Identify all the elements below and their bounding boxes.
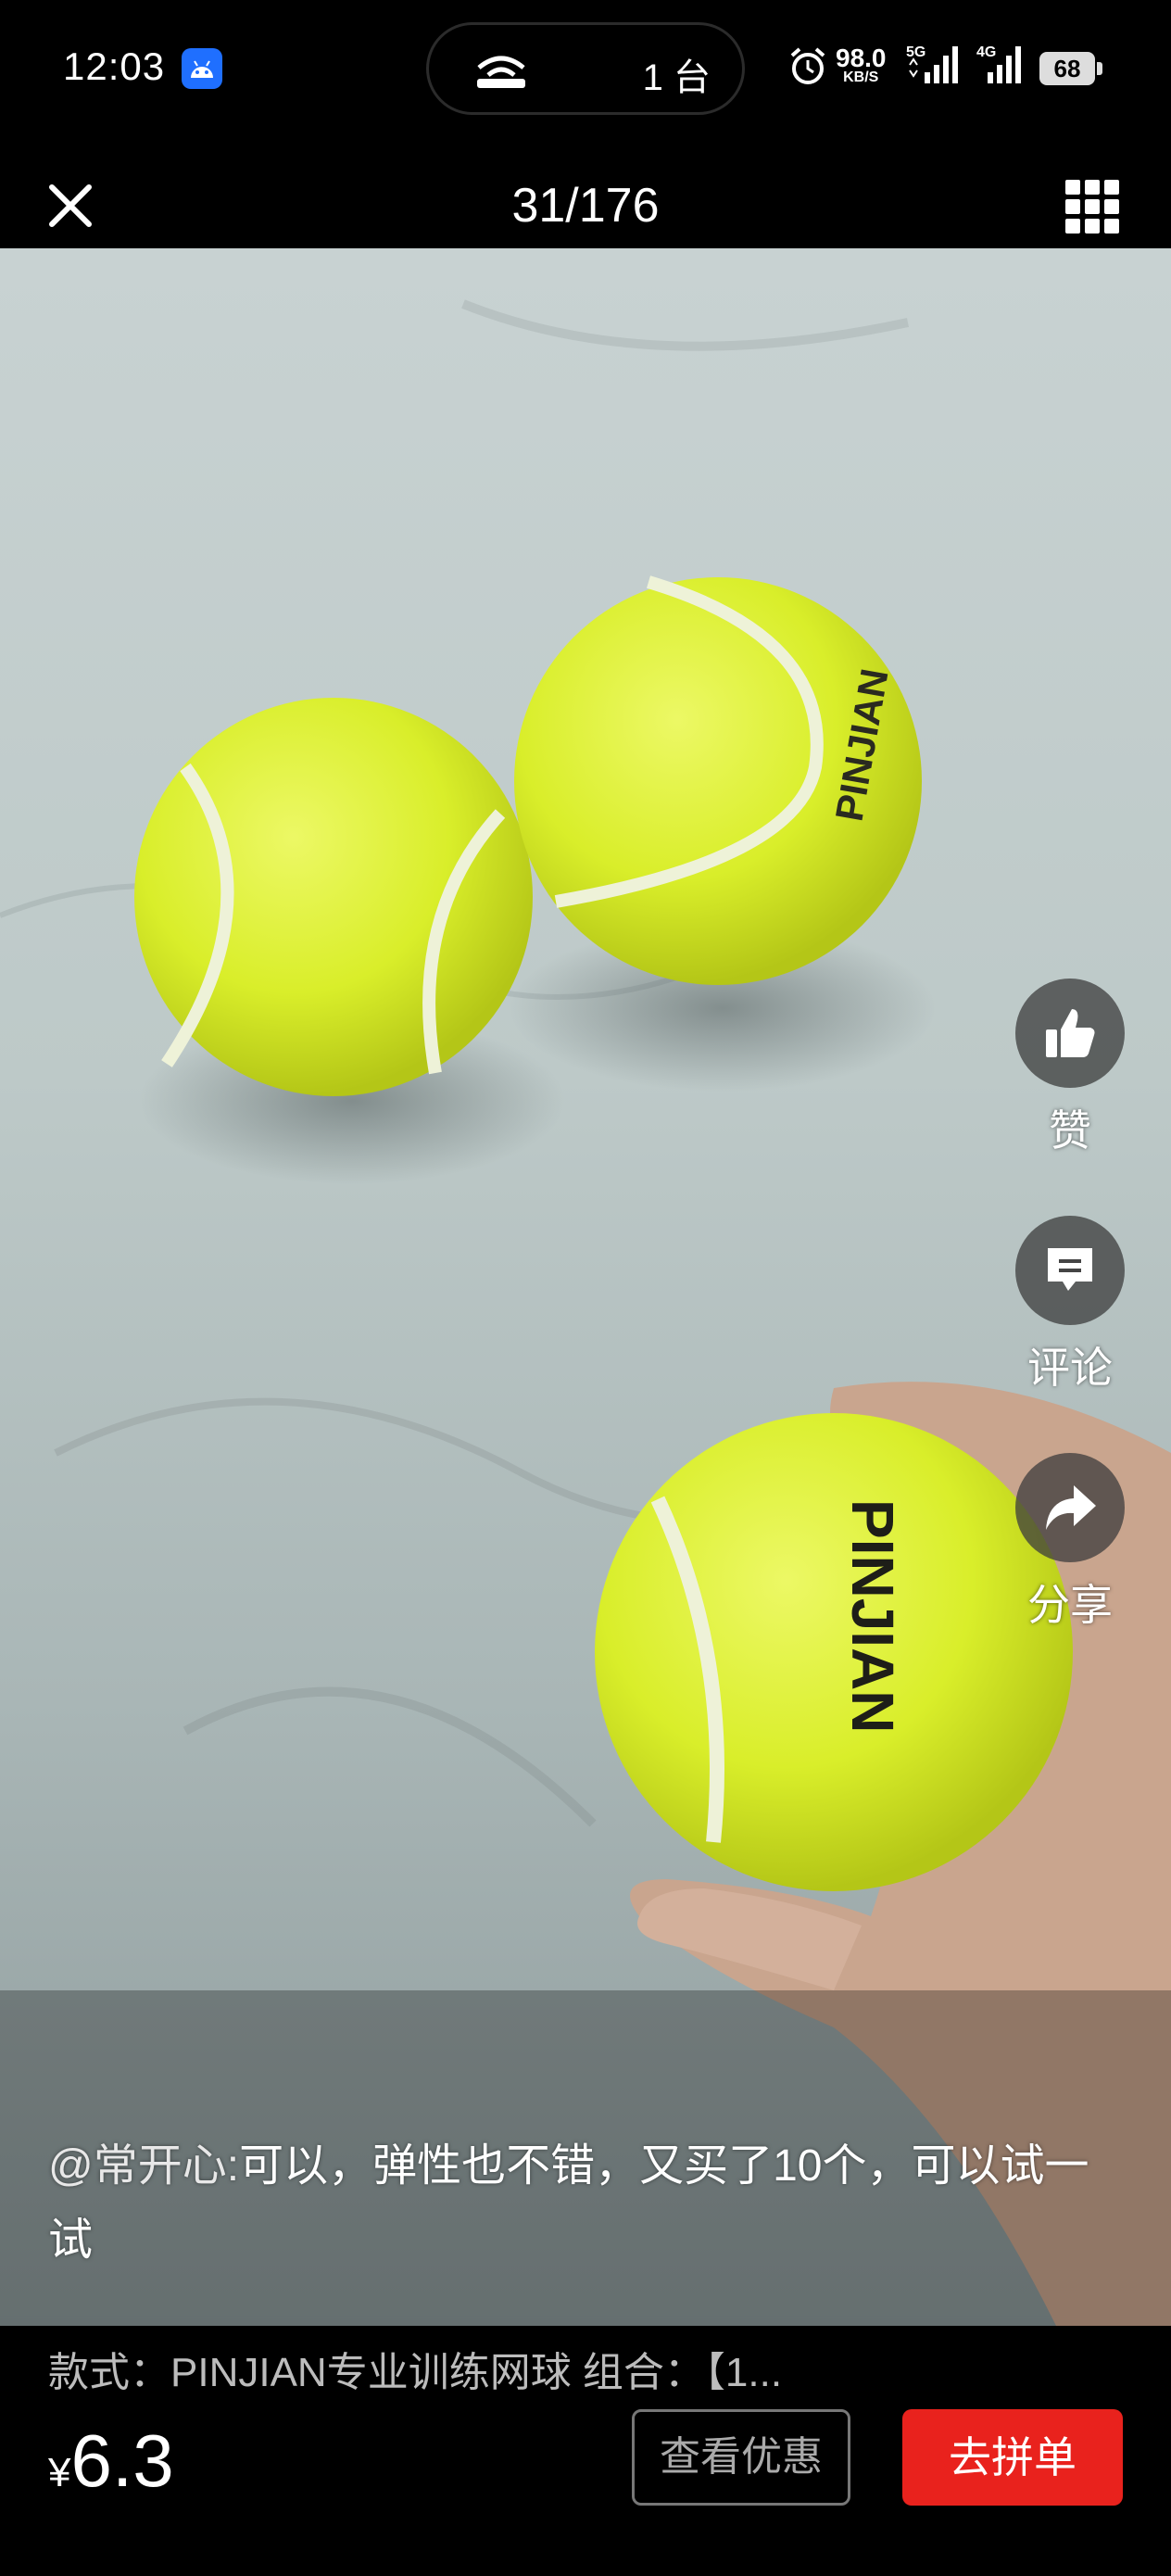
network-share-icon	[477, 56, 525, 88]
review-photo[interactable]: PINJIAN PINJIAN	[0, 248, 1171, 2326]
comment-label: 评论	[1027, 1344, 1113, 1392]
ball-brand-text-2: PINJIAN	[839, 1499, 906, 1734]
connected-devices: 1 台	[642, 57, 711, 98]
thumbs-up-icon	[1015, 979, 1125, 1088]
comment-icon	[1015, 1216, 1125, 1325]
like-label: 赞	[1049, 1106, 1091, 1155]
net-speed-value: 98.0	[836, 44, 887, 72]
product-price: ¥6.3	[48, 2418, 174, 2504]
price-value: 6.3	[70, 2419, 174, 2502]
net-speed: 98.0 KB/S	[836, 44, 887, 85]
status-bar: 12:03 1 台 98.0 KB/S 5G 4G 68	[0, 0, 1171, 139]
tennis-ball: PINJIAN	[595, 1413, 1073, 1891]
tennis-ball: PINJIAN	[514, 575, 922, 985]
tennis-ball	[134, 698, 533, 1096]
battery-icon: 68	[1039, 52, 1102, 85]
android-notification-icon	[182, 48, 222, 89]
review-username[interactable]: @常开心:	[48, 2141, 239, 2191]
share-label: 分享	[1027, 1581, 1113, 1629]
review-caption: @常开心:可以，弹性也不错，又买了10个，可以试一试	[48, 2129, 1123, 2278]
product-spec[interactable]: 款式：PINJIAN专业训练网球 组合：【1...	[48, 2339, 782, 2398]
battery-level: 68	[1053, 55, 1081, 82]
status-time: 12:03	[63, 44, 166, 88]
image-counter: 31/176	[511, 179, 660, 233]
top-navigation: 31/176	[0, 139, 1171, 248]
net-speed-unit: KB/S	[843, 69, 879, 85]
price-currency: ¥	[48, 2450, 71, 2495]
comment-button[interactable]: 评论	[1015, 1216, 1125, 1395]
share-button[interactable]: 分享	[1015, 1453, 1125, 1633]
bottom-bar: 款式：PINJIAN专业训练网球 组合：【1... ¥6.3 查看优惠 去拼单	[0, 2326, 1171, 2576]
like-button[interactable]: 赞	[1015, 979, 1125, 1158]
grid-icon[interactable]	[1065, 180, 1119, 234]
connection-pill[interactable]: 1 台	[426, 22, 745, 115]
view-coupon-button[interactable]: 查看优惠	[632, 2409, 850, 2506]
group-buy-button[interactable]: 去拼单	[902, 2409, 1123, 2506]
share-icon	[1015, 1453, 1125, 1562]
alarm-icon	[790, 47, 825, 84]
